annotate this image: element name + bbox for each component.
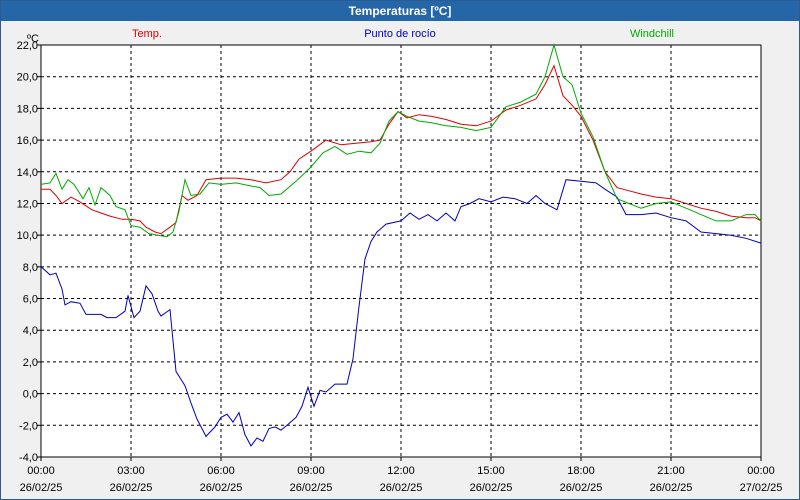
y-tick-label: 8,0 [23,262,38,274]
x-tick-date-label: 26/02/25 [650,482,693,494]
x-tick-date-label: 26/02/25 [380,482,423,494]
legend: Temp. Punto de rocío Windchill [132,28,674,40]
x-tick-date-label: 26/02/25 [110,482,153,494]
x-tick-date-label: 26/02/25 [290,482,333,494]
x-tick-date-label: 26/02/25 [20,482,63,494]
y-tick-label: 4,0 [23,325,38,337]
y-tick-label: -4,0 [19,452,38,464]
y-tick-label: 2,0 [23,357,38,369]
legend-label: Windchill [630,28,674,40]
chart-title: Temperaturas [ºC] [1,1,799,21]
x-tick-date-label: 26/02/25 [560,482,603,494]
chart-window: Temperaturas [ºC] -4,0 -2,0 0,0 2,0 4,0 6,0 8,… [0,0,800,500]
y-tick-label: 10,0 [17,230,38,242]
grid [40,44,762,458]
x-tick-time-label: 15:00 [477,465,505,477]
y-tick-label: 12,0 [17,198,38,210]
y-tick-label: 18,0 [17,103,38,115]
x-tick-date-label: 26/02/25 [200,482,243,494]
y-tick-label: 6,0 [23,294,38,306]
x-tick-time-label: 21:00 [657,465,685,477]
y-tick-label: 14,0 [17,167,38,179]
legend-label: Punto de rocío [364,28,436,40]
chart-area: -4,0 -2,0 0,0 2,0 4,0 6,0 8,0 10,0 12,0 14,0 16,0 1… [17,28,783,494]
x-tick-time-label: 00:00 [27,465,55,477]
y-axis-unit: ºC [27,33,39,45]
x-tick-time-label: 00:00 [747,465,775,477]
y-tick-label: 0,0 [23,389,38,401]
x-tick-time-label: 09:00 [297,465,325,477]
x-tick-date-label: 27/02/25 [740,482,783,494]
x-tick-time-label: 18:00 [567,465,595,477]
x-tick-time-label: 12:00 [387,465,415,477]
y-tick-label: 20,0 [17,72,38,84]
x-tick-time-label: 03:00 [117,465,145,477]
x-tick-date-label: 26/02/25 [470,482,513,494]
y-tick-label: -2,0 [19,420,38,432]
y-tick-label: 16,0 [17,135,38,147]
x-tick-time-label: 06:00 [207,465,235,477]
legend-label: Temp. [132,28,162,40]
